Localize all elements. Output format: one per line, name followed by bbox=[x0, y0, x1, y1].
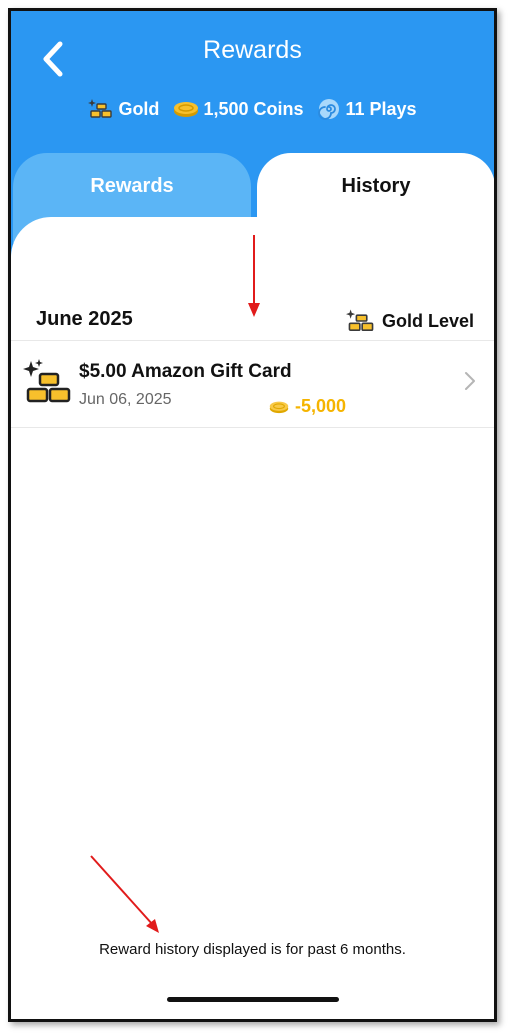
stat-coins-label: 1,500 Coins bbox=[203, 98, 304, 119]
level-badge: Gold Level bbox=[345, 308, 474, 334]
coin-icon bbox=[269, 401, 289, 413]
month-section-header: June 2025 Gold Level bbox=[11, 300, 494, 340]
gold-bars-icon bbox=[23, 359, 71, 403]
stat-level-label: Gold bbox=[118, 98, 160, 119]
coin-icon bbox=[174, 102, 199, 117]
history-disclaimer: Reward history displayed is for past 6 m… bbox=[99, 941, 406, 958]
reward-coins: -5,000 bbox=[269, 396, 346, 417]
gold-bars-icon bbox=[345, 309, 374, 332]
home-indicator bbox=[167, 997, 339, 1002]
stat-coins: 1,500 Coins bbox=[173, 99, 303, 120]
level-label: Gold Level bbox=[381, 310, 474, 331]
history-item[interactable]: $5.00 Amazon Gift Card Jun 06, 2025 -5,0… bbox=[11, 341, 494, 427]
gold-bars-icon bbox=[88, 99, 113, 118]
history-panel: June 2025 Gold Level $5.00 Amazon Gift C… bbox=[11, 217, 494, 1019]
reward-title: $5.00 Amazon Gift Card bbox=[79, 361, 292, 382]
swirl-icon bbox=[318, 99, 340, 120]
reward-date: Jun 06, 2025 bbox=[79, 391, 172, 408]
phone-screen: Rewards Gold 1,500 Coins 11 Plays Reward… bbox=[8, 8, 497, 1022]
month-label: June 2025 bbox=[36, 308, 133, 330]
reward-item-icon bbox=[23, 359, 75, 412]
chevron-right-icon bbox=[464, 371, 476, 396]
stat-plays-label: 11 Plays bbox=[345, 98, 417, 119]
stats-bar: Gold 1,500 Coins 11 Plays bbox=[11, 97, 494, 121]
stat-level: Gold bbox=[88, 98, 159, 120]
page-title: Rewards bbox=[203, 36, 302, 64]
divider bbox=[11, 427, 494, 428]
stat-plays: 11 Plays bbox=[317, 97, 417, 121]
reward-coins-value: -5,000 bbox=[295, 396, 347, 416]
